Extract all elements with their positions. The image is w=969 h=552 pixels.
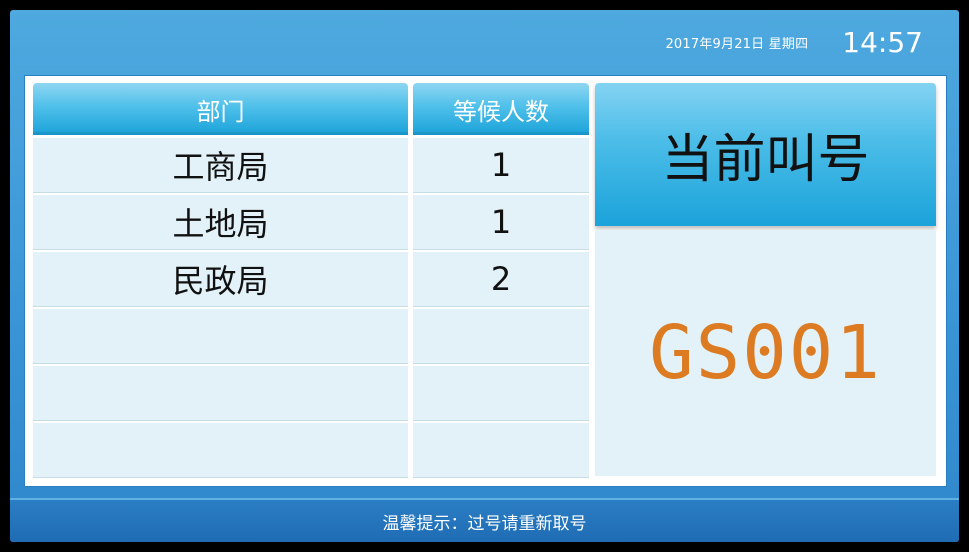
- department-cell: 民政局: [33, 252, 408, 307]
- waiting-count-cell: 1: [413, 195, 589, 250]
- current-call-number: GS001: [595, 230, 936, 476]
- column-header-waiting: 等候人数: [413, 83, 589, 135]
- waiting-count-cell: [413, 423, 589, 478]
- waiting-count-cell: [413, 309, 589, 364]
- waiting-count-cell: [413, 366, 589, 421]
- department-cell: [33, 366, 408, 421]
- footer-notice: 温馨提示：过号请重新取号: [10, 498, 959, 542]
- table-row: [27, 423, 597, 478]
- table-row: 土地局 1: [27, 195, 597, 250]
- department-cell: [33, 309, 408, 364]
- waiting-count-cell: 1: [413, 138, 589, 193]
- table-row: 工商局 1: [27, 138, 597, 193]
- queue-panel: 部门 等候人数 工商局 1 土地局 1 民政局 2 当前叫号 GS001: [25, 76, 946, 486]
- date-text: 2017年9月21日 星期四: [665, 36, 809, 52]
- table-row: [27, 309, 597, 364]
- column-header-department: 部门: [33, 83, 408, 135]
- current-call-title: 当前叫号: [595, 83, 936, 226]
- department-cell: 土地局: [33, 195, 408, 250]
- table-row: [27, 366, 597, 421]
- datetime-bar: 2017年9月21日 星期四 14:57: [665, 24, 923, 60]
- department-cell: [33, 423, 408, 478]
- table-row: 民政局 2: [27, 252, 597, 307]
- queue-display-screen: 2017年9月21日 星期四 14:57 部门 等候人数 工商局 1 土地局 1…: [10, 10, 959, 542]
- waiting-count-cell: 2: [413, 252, 589, 307]
- department-cell: 工商局: [33, 138, 408, 193]
- clock-time: 14:57: [842, 25, 923, 59]
